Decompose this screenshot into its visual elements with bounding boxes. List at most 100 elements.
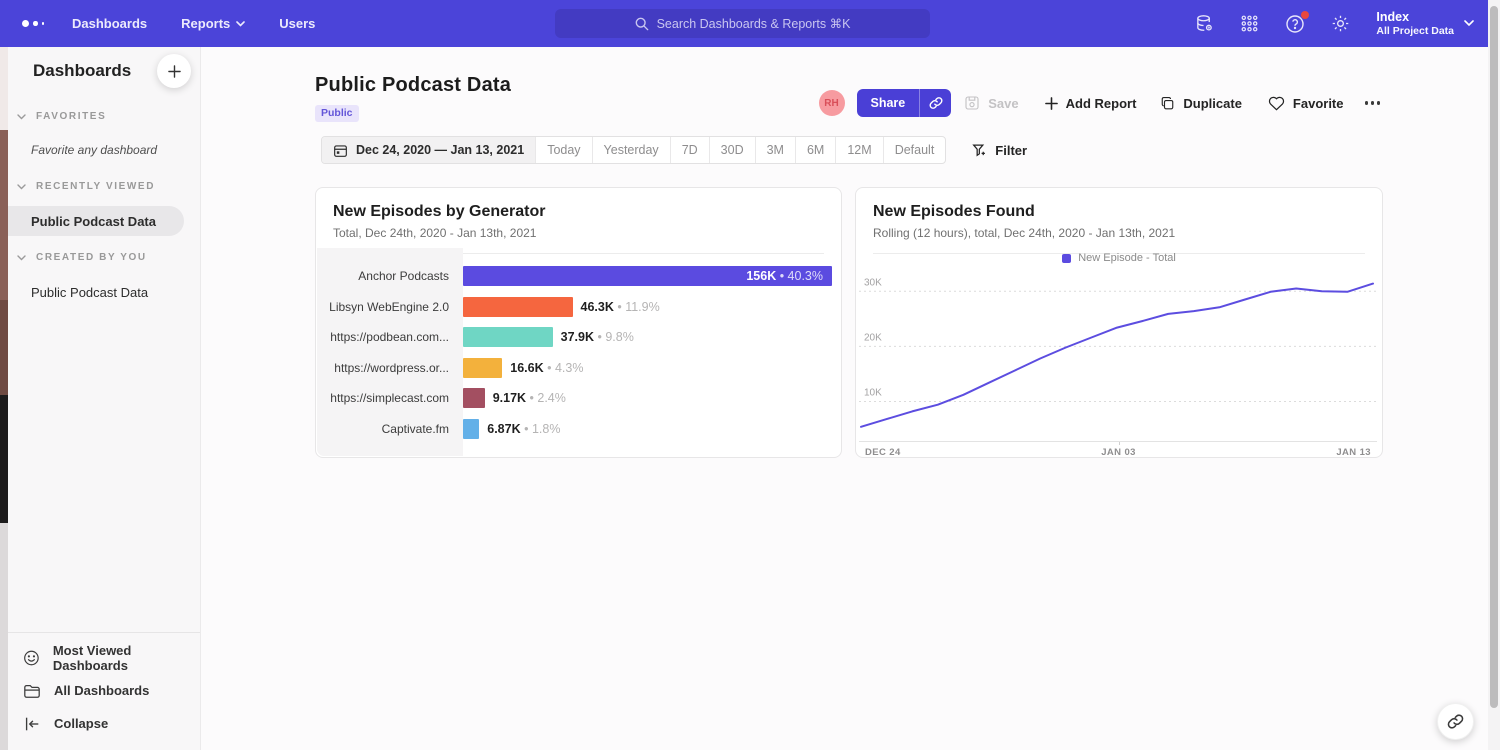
nav-label: Users [279, 16, 315, 31]
more-options-button[interactable] [1363, 97, 1383, 109]
link-icon [1447, 713, 1464, 730]
date-range-label: Dec 24, 2020 — Jan 13, 2021 [356, 143, 524, 157]
logo-dot [42, 22, 45, 25]
bar-category-label: https://simplecast.com [317, 391, 463, 405]
preset-6m[interactable]: 6M [795, 137, 835, 163]
chevron-down-icon [17, 184, 26, 190]
legend-swatch [1062, 254, 1071, 263]
chevron-down-icon [1464, 20, 1474, 27]
preset-today[interactable]: Today [535, 137, 591, 163]
preset-12m[interactable]: 12M [835, 137, 882, 163]
heart-icon [1268, 96, 1285, 111]
bar-row: https://wordpress.or... 16.6K • 4.3% [317, 353, 840, 384]
preset-yesterday[interactable]: Yesterday [592, 137, 670, 163]
sidebar-footer: Most Viewed Dashboards All Dashboards Co… [8, 632, 200, 750]
add-report-button[interactable]: Add Report [1045, 96, 1137, 111]
card-title: New Episodes Found [873, 203, 1365, 221]
x-axis-label: JAN 03 [1101, 447, 1136, 458]
favorite-button[interactable]: Favorite [1268, 96, 1344, 111]
logo-dot [33, 21, 38, 26]
bar-category-label: https://wordpress.or... [317, 361, 463, 375]
most-viewed-dashboards-button[interactable]: Most Viewed Dashboards [8, 641, 200, 674]
sidebar-item-public-podcast-data[interactable]: Public Podcast Data [8, 206, 184, 236]
bar[interactable]: 156K • 40.3% [463, 266, 832, 286]
duplicate-button[interactable]: Duplicate [1160, 96, 1242, 111]
section-created-by-you[interactable]: CREATED BY YOU [8, 252, 200, 263]
apps-grid-icon[interactable] [1240, 14, 1259, 33]
sidebar-item-public-podcast-data[interactable]: Public Podcast Data [8, 277, 200, 307]
nav-dashboards[interactable]: Dashboards [72, 16, 147, 31]
main-content: Public Podcast Data Public RH Share Save… [201, 47, 1488, 750]
save-button[interactable]: Save [964, 95, 1018, 111]
scrollbar [1488, 0, 1500, 750]
nav-label: Reports [181, 16, 230, 31]
help-icon[interactable] [1285, 14, 1305, 34]
section-favorites[interactable]: FAVORITES [8, 111, 200, 122]
top-navbar: Dashboards Reports Users Search Dashboar… [0, 0, 1488, 47]
bar[interactable] [463, 327, 553, 347]
notification-badge [1301, 11, 1309, 19]
save-label: Save [988, 96, 1018, 111]
bar-value-label: 16.6K • 4.3% [510, 361, 583, 375]
bar-category-label: Anchor Podcasts [317, 269, 463, 283]
svg-text:30K: 30K [864, 277, 882, 288]
card-title: New Episodes by Generator [333, 203, 824, 221]
section-label: FAVORITES [36, 111, 106, 122]
data-sources-icon[interactable] [1195, 14, 1214, 33]
preset-3m[interactable]: 3M [755, 137, 795, 163]
date-range-picker[interactable]: Dec 24, 2020 — Jan 13, 2021 [322, 137, 535, 163]
footer-label: All Dashboards [54, 683, 149, 698]
app-logo[interactable] [22, 20, 44, 27]
bar-category-label: https://podbean.com... [317, 330, 463, 344]
search-input[interactable]: Search Dashboards & Reports ⌘K [555, 9, 930, 38]
collapse-sidebar-button[interactable]: Collapse [8, 707, 200, 740]
bar[interactable] [463, 419, 479, 439]
bar-row: https://simplecast.com9.17K • 2.4% [317, 383, 840, 414]
background-window-sliver [0, 47, 8, 750]
workspace-switcher[interactable]: Index All Project Data [1376, 10, 1474, 38]
scrollbar-thumb[interactable] [1490, 6, 1498, 708]
favorite-label: Favorite [1293, 96, 1344, 111]
filter-button[interactable]: Filter [972, 143, 1027, 158]
nav-reports[interactable]: Reports [181, 16, 245, 31]
all-dashboards-button[interactable]: All Dashboards [8, 674, 200, 707]
save-icon [964, 95, 980, 111]
bar-row: https://podbean.com...37.9K • 9.8% [317, 322, 840, 353]
avatar[interactable]: RH [819, 90, 845, 116]
chevron-down-icon [236, 21, 245, 27]
plus-icon [168, 65, 181, 78]
bar[interactable] [463, 388, 485, 408]
preset-default[interactable]: Default [883, 137, 946, 163]
bar-row: Captivate.fm6.87K • 1.8% [317, 414, 840, 445]
footer-label: Collapse [54, 716, 108, 731]
link-icon [929, 96, 943, 110]
share-split-button: Share [857, 89, 952, 117]
search-icon [635, 17, 649, 31]
workspace-name: Index [1376, 10, 1454, 26]
date-controls: Dec 24, 2020 — Jan 13, 2021 TodayYesterd… [321, 136, 1027, 164]
search-placeholder: Search Dashboards & Reports ⌘K [657, 16, 851, 31]
section-label: RECENTLY VIEWED [36, 181, 155, 192]
page-title: Public Podcast Data [315, 74, 511, 97]
x-axis-labels: DEC 24JAN 03JAN 13 [859, 441, 1377, 458]
section-recently-viewed[interactable]: RECENTLY VIEWED [8, 181, 200, 192]
nav-users[interactable]: Users [279, 16, 315, 31]
filter-funnel-icon [972, 143, 987, 158]
collapse-icon [23, 715, 41, 733]
share-button[interactable]: Share [857, 89, 920, 117]
share-link-button[interactable] [919, 89, 951, 117]
nav-label: Dashboards [72, 16, 147, 31]
bar-category-label: Libsyn WebEngine 2.0 [317, 300, 463, 314]
settings-gear-icon[interactable] [1331, 14, 1350, 33]
floating-share-link-button[interactable] [1437, 703, 1474, 740]
bar[interactable] [463, 297, 573, 317]
chevron-down-icon [17, 114, 26, 120]
workspace-subtitle: All Project Data [1376, 25, 1454, 37]
add-dashboard-button[interactable] [157, 54, 191, 88]
calendar-icon [333, 143, 348, 158]
preset-7d[interactable]: 7D [670, 137, 709, 163]
bar-value-label: 46.3K • 11.9% [581, 300, 660, 314]
preset-30d[interactable]: 30D [709, 137, 755, 163]
bar[interactable] [463, 358, 502, 378]
bar-chart: Anchor Podcasts156K • 40.3%Libsyn WebEng… [317, 248, 840, 456]
